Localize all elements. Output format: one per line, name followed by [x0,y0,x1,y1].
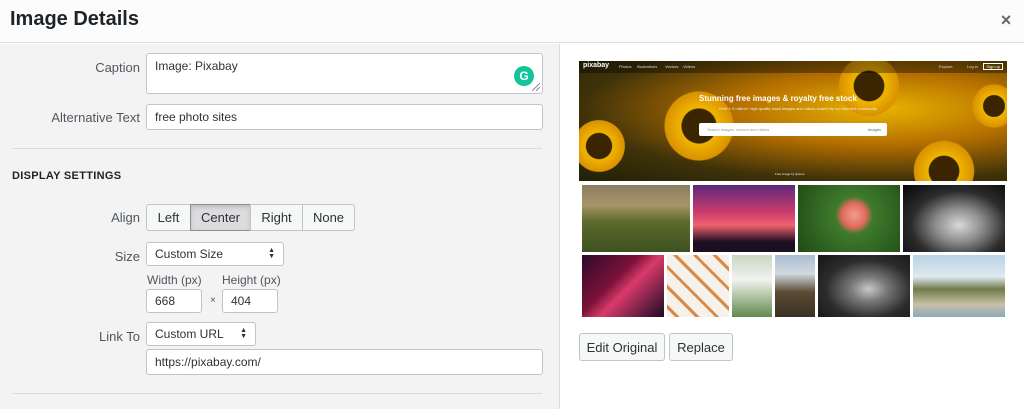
alt-text-input[interactable]: free photo sites [146,104,543,130]
sunflower [909,136,979,181]
thumbnail-portrait [818,255,910,317]
replace-button[interactable]: Replace [669,333,733,361]
resize-handle[interactable] [532,83,540,91]
height-value: 404 [231,294,252,308]
hero-banner: pixabay Photos Illustrations Vectors Vid… [579,61,1007,181]
preview-nav-item: Photos [619,64,632,69]
link-to-select[interactable]: Custom URL ▲ ▼ [146,322,256,346]
link-to-value: Custom URL [155,327,224,341]
pixabay-logo: pixabay [583,62,610,69]
height-label: Height (px) [222,273,281,287]
select-arrows-icon: ▲ ▼ [268,247,275,260]
size-value: Custom Size [155,247,224,261]
preview-panel: pixabay Photos Illustrations Vectors Vid… [561,44,1024,409]
display-settings-title: DISPLAY SETTINGS [12,170,122,182]
preview-nav-item: Explore [939,64,953,69]
edit-original-button[interactable]: Edit Original [579,333,665,361]
preview-search-placeholder: Search images, vectors and videos [707,127,770,132]
preview-search-bar: Search images, vectors and videos Images [699,123,887,136]
link-to-label: Link To [99,329,140,344]
preview-nav-item: Log in [967,64,978,69]
thumbnail-coast [913,255,1005,317]
align-none-button[interactable]: None [302,204,355,231]
modal-header: Image Details × [0,0,1024,43]
caption-value: Image: Pixabay [155,59,238,73]
thumbnail-clock-tower [775,255,815,317]
preview-credit: Free image by Quince [775,172,805,176]
align-button-group: Left Center Right None [146,204,355,231]
image-preview: pixabay Photos Illustrations Vectors Vid… [579,61,1007,319]
size-label: Size [114,249,140,264]
width-input[interactable]: 668 [146,289,202,313]
height-input[interactable]: 404 [222,289,278,313]
preview-nav-item: Videos [683,64,696,69]
times-separator: × [210,295,216,306]
preview-subheadline: Over 1.9 million+ high quality stock ima… [719,106,878,111]
align-right-button[interactable]: Right [250,204,303,231]
preview-signup: Sign up [983,63,1003,70]
sunflower [579,116,629,176]
settings-panel: Caption Image: Pixabay G Alternative Tex… [0,44,560,409]
width-value: 668 [155,294,176,308]
align-left-button[interactable]: Left [146,204,191,231]
url-value: https://pixabay.com/ [155,355,261,369]
preview-headline: Stunning free images & royalty free stoc… [699,94,857,103]
divider [12,148,542,149]
thumbnail-meadow [582,185,690,252]
thumbnail-rose [798,185,900,252]
preview-navbar: pixabay Photos Illustrations Vectors Vid… [579,61,1007,73]
sunflower [969,81,1007,131]
close-icon[interactable]: × [996,10,1016,30]
align-label: Align [111,210,140,225]
size-select[interactable]: Custom Size ▲ ▼ [146,242,284,266]
width-label: Width (px) [147,273,202,287]
thumbnail-sunset-jump [693,185,795,252]
caption-label: Caption [95,60,140,75]
preview-search-type: Images [867,127,881,132]
thumbnail-flowers [732,255,772,317]
select-arrows-icon: ▲ ▼ [240,327,247,340]
alt-text-label: Alternative Text [51,110,140,125]
url-input[interactable]: https://pixabay.com/ [146,349,543,375]
align-center-button[interactable]: Center [190,204,251,231]
divider [12,393,542,394]
preview-nav-item: Illustrations [637,64,658,69]
thumbnail-deer-pattern [667,255,729,317]
grammarly-icon[interactable]: G [514,66,534,86]
modal-title: Image Details [10,8,139,30]
caption-textarea[interactable]: Image: Pixabay G [146,53,543,94]
thumbnail-chameleon [903,185,1005,252]
alt-text-value: free photo sites [155,110,238,124]
preview-nav-item: Vectors [665,64,679,69]
thumbnail-neon-city [582,255,664,317]
